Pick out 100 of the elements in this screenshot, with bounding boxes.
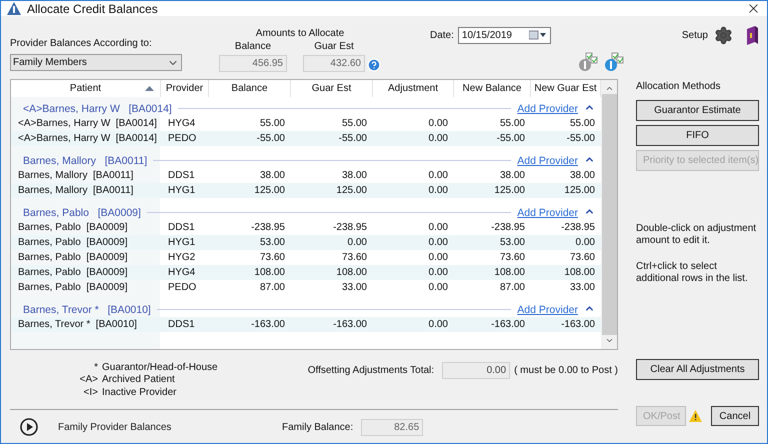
table-cell-text: -238.95 — [250, 222, 286, 233]
table-cell-text: -55.00 — [566, 133, 596, 144]
date-field[interactable]: 10/15/2019 — [458, 26, 551, 44]
table-cell-text: 73.60 — [498, 252, 526, 263]
table-cell-text: HYG2 — [167, 252, 196, 263]
legend-text: Guarantor/Head-of-House — [102, 362, 219, 374]
table-cell-text: -238.95 — [560, 222, 596, 233]
field-note: ( must be 0.00 to Post ) — [514, 365, 618, 376]
add-provider-link[interactable]: Add Provider — [517, 155, 578, 167]
help-icon[interactable] — [367, 58, 381, 72]
table-cell-text: 55.00 — [498, 118, 526, 129]
cancel-button[interactable]: Cancel — [711, 406, 759, 426]
section-label: Allocation Methods — [636, 81, 722, 92]
table-cell-text: 0.00 — [346, 237, 368, 248]
field-label: Offsetting Adjustments Total: — [308, 365, 434, 376]
table-cell-text: Barnes, Pablo [BA0009] — [17, 252, 129, 263]
add-provider-link[interactable]: Add Provider — [517, 103, 578, 115]
table-cell-text: 125.00 — [335, 185, 368, 196]
table-cell-text: HYG4 — [167, 118, 196, 129]
legend-text: Archived Patient — [102, 374, 176, 387]
column-header[interactable]: Patient — [11, 80, 161, 97]
legend-symbol: <I> — [82, 386, 98, 399]
table-cell-text: 55.00 — [258, 118, 286, 129]
table-cell-text: 55.00 — [340, 118, 368, 129]
legend-symbol: <A> — [78, 374, 98, 387]
table-cell-text: DDS1 — [167, 319, 196, 330]
add-provider-link[interactable]: Add Provider — [517, 304, 578, 316]
table-cell-text: 0.00 — [428, 185, 449, 196]
archived-filter-icon[interactable] — [604, 52, 624, 72]
allocation-button[interactable]: Guarantor Estimate — [636, 100, 759, 121]
table-cell-text: 33.00 — [340, 282, 368, 293]
family-balances-link[interactable]: Family Provider Balances — [58, 422, 282, 432]
table-cell-text: 108.00 — [335, 267, 368, 278]
table-cell-text: PEDO — [167, 133, 198, 144]
clear-adjustments-button[interactable]: Clear All Adjustments — [636, 359, 759, 380]
table-cell-text: 0.00 — [428, 319, 449, 330]
group-name: Barnes, Mallory [BA0011] — [23, 155, 148, 167]
table-cell-text: 0.00 — [428, 237, 449, 248]
table-cell-text: 125.00 — [253, 185, 286, 196]
table-cell-text: 38.00 — [258, 170, 286, 181]
table-cell-text: 53.00 — [258, 237, 286, 248]
table-cell-text: Barnes, Mallory [BA0011] — [17, 185, 134, 196]
table-cell-text: 108.00 — [563, 267, 596, 278]
group-name: <A>Barnes, Harry W [BA0014] — [23, 103, 172, 115]
table-cell-text: Barnes, Mallory [BA0011] — [17, 170, 134, 181]
table-cell-text: 73.60 — [568, 252, 596, 263]
table-cell-text: DDS1 — [167, 170, 196, 181]
table-cell-text: 55.00 — [568, 118, 596, 129]
table-cell-text: 108.00 — [253, 267, 286, 278]
book-icon[interactable] — [745, 26, 759, 46]
table-cell-text: Barnes, Pablo [BA0009] — [17, 267, 129, 278]
table-cell-text: HYG4 — [167, 267, 196, 278]
field-label: Provider Balances According to: — [10, 38, 153, 49]
family-balance-field: 82.65 — [361, 418, 424, 436]
table-cell-text: 0.00 — [428, 252, 449, 263]
offsetting-total-field: 0.00 — [442, 362, 510, 379]
table-cell-text: Barnes, Pablo [BA0009] — [17, 237, 129, 248]
field-label: Guar Est — [314, 41, 354, 52]
table-cell-text: 0.00 — [428, 267, 449, 278]
table-cell-text: <A>Barnes, Harry W [BA0014] — [17, 133, 158, 144]
scroll-down-icon[interactable] — [604, 336, 614, 345]
legend-symbol: * — [93, 362, 98, 374]
allocation-button[interactable]: FIFO — [636, 125, 759, 146]
warning-icon — [689, 410, 702, 422]
setup-label: Setup — [682, 30, 708, 41]
table-cell-text: <A>Barnes, Harry W [BA0014] — [17, 118, 158, 129]
table-cell-text: -55.00 — [256, 133, 286, 144]
guar-est-field: 432.60 — [303, 55, 365, 72]
table-cell-text: 0.00 — [428, 133, 449, 144]
table-cell-text: 53.00 — [498, 237, 526, 248]
table-cell-text: 0.00 — [574, 237, 596, 248]
table-cell-text: -163.00 — [332, 319, 368, 330]
table-cell-text: 38.00 — [498, 170, 526, 181]
play-icon[interactable] — [20, 418, 38, 436]
provider-dropdown[interactable]: Family Members — [10, 54, 182, 71]
group-name: Barnes, Pablo [BA0009] — [23, 207, 141, 219]
table-cell-text: 73.60 — [340, 252, 368, 263]
table-cell-text: 0.00 — [428, 282, 449, 293]
table-cell-text: 87.00 — [498, 282, 526, 293]
table-cell-text: 73.60 — [258, 252, 286, 263]
table-cell-text: -238.95 — [490, 222, 526, 233]
table-cell-text: -238.95 — [332, 222, 368, 233]
table-cell-text: 125.00 — [563, 185, 596, 196]
table-cell-text: Barnes, Trevor * [BA0010] — [17, 319, 138, 330]
table-cell-text: Barnes, Pablo [BA0009] — [17, 222, 129, 233]
legend-text: Inactive Provider — [102, 386, 178, 399]
calendar-dropdown-icon[interactable] — [528, 30, 547, 40]
scroll-up-icon[interactable] — [604, 84, 614, 93]
group-name: Barnes, Trevor * [BA0010] — [23, 304, 151, 316]
help-note: Double-click on adjustment amount to edit it. — [636, 223, 758, 247]
table-cell-text: -163.00 — [490, 319, 526, 330]
table-cell-text: -55.00 — [496, 133, 526, 144]
table-cell-text: 0.00 — [428, 222, 449, 233]
add-provider-link[interactable]: Add Provider — [517, 207, 578, 219]
table-cell-text: HYG1 — [167, 237, 196, 248]
section-label: Amounts to Allocate — [256, 28, 344, 39]
field-label: Balance — [234, 41, 272, 52]
table-cell-text: -55.00 — [338, 133, 368, 144]
table-cell-text: 33.00 — [568, 282, 596, 293]
settings-icon[interactable] — [714, 26, 733, 45]
